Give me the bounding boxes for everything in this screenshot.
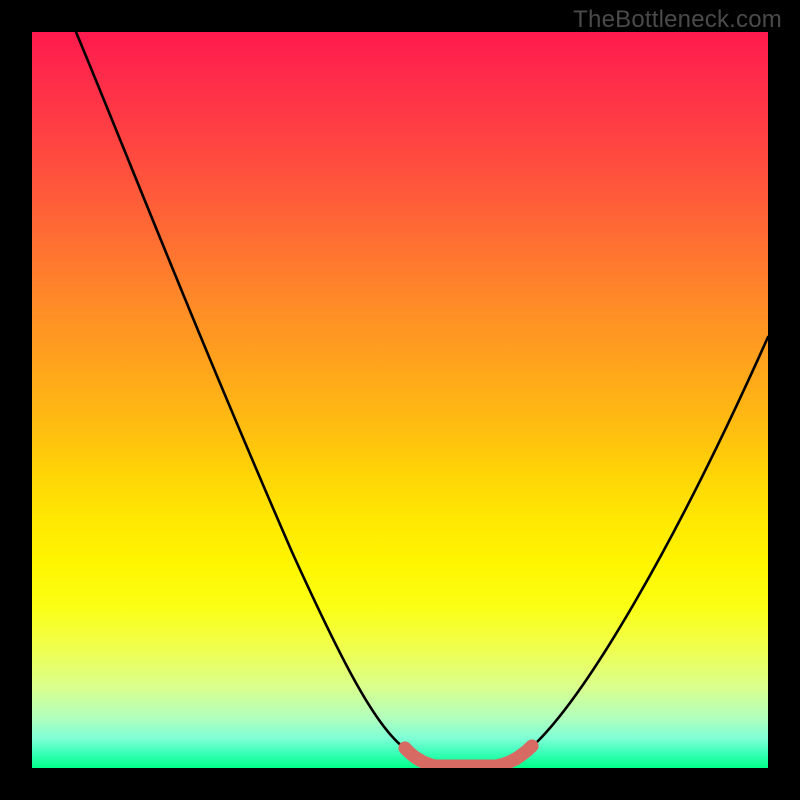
plot-area (32, 32, 768, 768)
bottleneck-curve (76, 32, 768, 766)
chart-svg (32, 32, 768, 768)
optimal-range-dots (399, 740, 539, 769)
chart-frame: TheBottleneck.com (0, 0, 800, 800)
watermark-label: TheBottleneck.com (573, 6, 782, 34)
